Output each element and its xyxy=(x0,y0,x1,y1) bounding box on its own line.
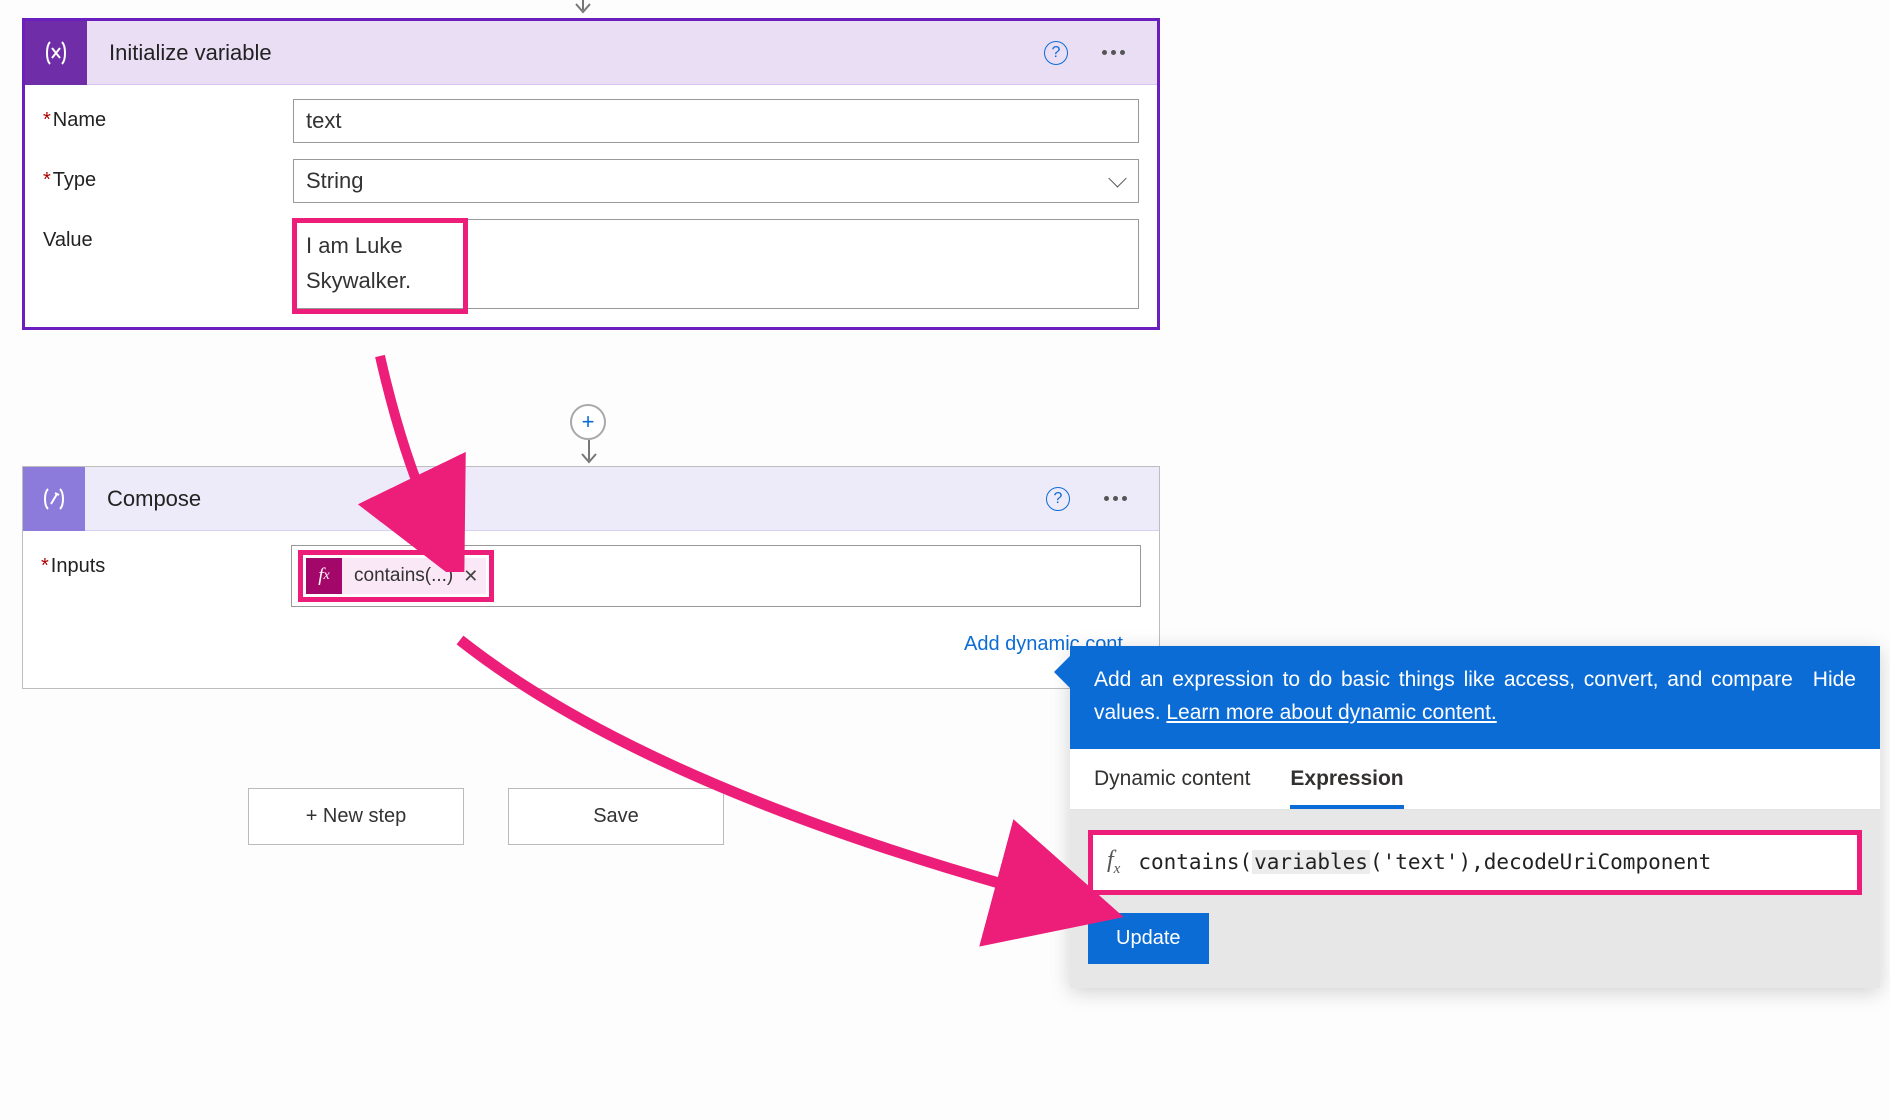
dynamic-content-panel: Add an expression to do basic things lik… xyxy=(1070,646,1880,988)
panel-pointer xyxy=(1054,656,1070,688)
update-button[interactable]: Update xyxy=(1088,913,1209,964)
more-icon[interactable] xyxy=(1100,492,1131,505)
type-label: Type xyxy=(43,159,293,192)
type-select[interactable]: String xyxy=(293,159,1139,203)
help-icon[interactable]: ? xyxy=(1046,487,1070,511)
compose-card[interactable]: Compose ? Inputs fx contains(...) ✕ xyxy=(22,466,1160,689)
fx-icon: fx xyxy=(1107,847,1120,878)
save-button[interactable]: Save xyxy=(508,788,724,845)
panel-banner: Add an expression to do basic things lik… xyxy=(1070,646,1880,749)
card-header[interactable]: Compose ? xyxy=(23,467,1159,531)
card-title: Initialize variable xyxy=(87,40,1044,66)
pill-label: contains(...) xyxy=(354,565,453,587)
connector-arrow-middle xyxy=(579,440,597,468)
fx-icon: fx xyxy=(306,558,342,594)
annotation-highlight: fx contains(...) ✕ xyxy=(298,550,494,602)
inputs-label: Inputs xyxy=(41,545,291,578)
name-input[interactable]: text xyxy=(293,99,1139,143)
expression-input[interactable]: fx contains(variables('text'),decodeUriC… xyxy=(1088,830,1862,895)
learn-more-link[interactable]: Learn more about dynamic content. xyxy=(1166,701,1496,724)
hide-button[interactable]: Hide xyxy=(1813,664,1856,729)
help-icon[interactable]: ? xyxy=(1044,41,1068,65)
card-title: Compose xyxy=(85,486,1046,512)
tab-expression[interactable]: Expression xyxy=(1290,767,1403,809)
close-icon[interactable]: ✕ xyxy=(463,566,478,587)
name-label: Name xyxy=(43,99,293,132)
tab-dynamic-content[interactable]: Dynamic content xyxy=(1094,767,1250,809)
initialize-variable-card[interactable]: Initialize variable ? Name text Type Str… xyxy=(22,18,1160,330)
compose-icon xyxy=(23,467,85,531)
inputs-field[interactable]: fx contains(...) ✕ xyxy=(291,545,1141,607)
more-icon[interactable] xyxy=(1098,46,1129,59)
value-input[interactable]: I am Luke Skywalker. xyxy=(293,219,1139,309)
expression-pill[interactable]: fx contains(...) ✕ xyxy=(306,558,486,594)
variable-icon xyxy=(25,21,87,85)
add-step-button[interactable]: + xyxy=(570,404,606,440)
card-header[interactable]: Initialize variable ? xyxy=(25,21,1157,85)
value-label: Value xyxy=(43,219,293,252)
new-step-button[interactable]: + New step xyxy=(248,788,464,845)
